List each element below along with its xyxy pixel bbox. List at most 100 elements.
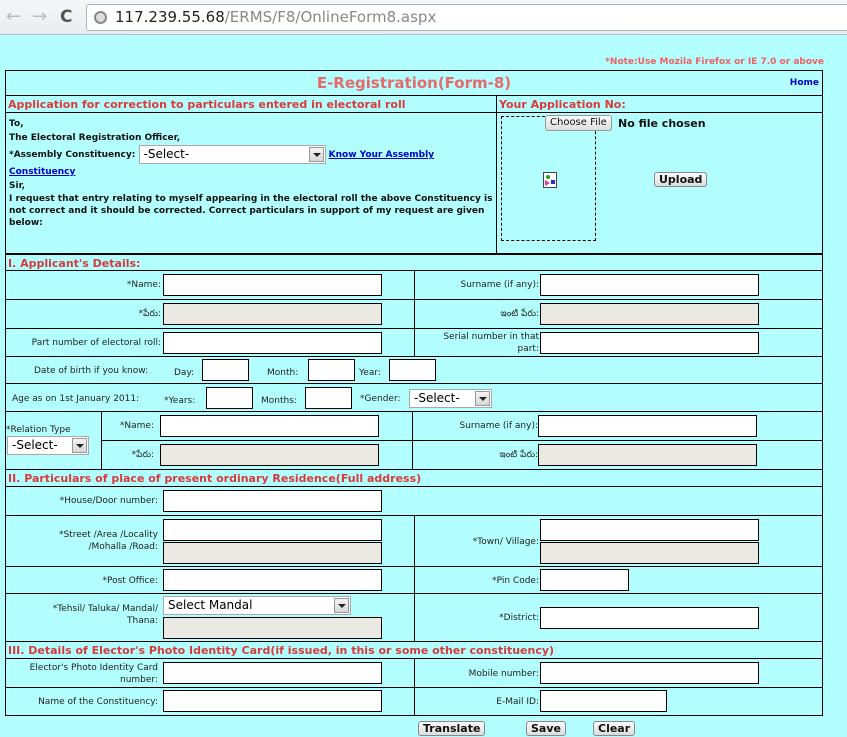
url-host: 117.239.55.68 bbox=[115, 8, 225, 26]
street-label: *Street /Area /Locality/Mohalla /Road: bbox=[58, 530, 158, 552]
relative-surname-label: Surname (if any): bbox=[459, 421, 538, 431]
age-label: Age as on 1st January 2011: bbox=[12, 394, 140, 404]
surname-label: Surname (if any): bbox=[460, 280, 539, 290]
serial-number-label: Serial number in that part: bbox=[443, 332, 539, 354]
gender-select[interactable]: -Select- bbox=[409, 389, 492, 408]
surname-input[interactable] bbox=[540, 274, 759, 296]
relative-name-input[interactable] bbox=[160, 415, 379, 437]
relative-name-telugu-input[interactable] bbox=[160, 444, 379, 466]
chevron-down-icon bbox=[475, 391, 490, 406]
mandal-select[interactable]: Select Mandal bbox=[163, 596, 351, 615]
town-telugu-input[interactable] bbox=[540, 542, 759, 564]
years-input[interactable] bbox=[206, 387, 253, 409]
age-row: Age as on 1st January 2011: *Years: Mont… bbox=[6, 384, 822, 412]
years-label: *Years: bbox=[164, 396, 196, 406]
post-office-label: *Post Office: bbox=[102, 576, 159, 586]
constituency-select[interactable]: -Select- bbox=[138, 145, 326, 164]
gender-select-value: -Select- bbox=[414, 391, 460, 405]
month-label: Month: bbox=[267, 368, 299, 378]
relation-type-select-value: -Select- bbox=[12, 438, 58, 452]
pin-code-label: *Pin Code: bbox=[492, 576, 539, 586]
part-number-input[interactable] bbox=[163, 332, 382, 354]
back-arrow-icon[interactable]: ← bbox=[6, 7, 21, 27]
choose-file-button[interactable]: Choose File bbox=[545, 115, 612, 131]
mobile-label: Mobile number: bbox=[468, 669, 539, 679]
house-row: *House/Door number: bbox=[6, 487, 822, 516]
translate-button[interactable]: Translate bbox=[418, 721, 486, 736]
relation-type-label: *Relation Type bbox=[6, 425, 71, 435]
application-number-panel: Your Application No: Choose File No file… bbox=[497, 96, 822, 253]
chevron-down-icon bbox=[72, 438, 87, 453]
street-input[interactable] bbox=[163, 519, 382, 541]
email-input[interactable] bbox=[540, 690, 667, 712]
know-constituency-link-2[interactable]: Constituency bbox=[9, 165, 493, 179]
months-input[interactable] bbox=[305, 387, 352, 409]
street-town-row: *Street /Area /Locality/Mohalla /Road: *… bbox=[6, 516, 822, 567]
post-pin-row: *Post Office: *Pin Code: bbox=[6, 567, 822, 594]
name-input[interactable] bbox=[163, 274, 382, 296]
address-bar[interactable]: 117.239.55.68/ERMS/F8/OnlineForm8.aspx bbox=[86, 4, 847, 31]
day-label: Day: bbox=[174, 368, 195, 378]
pin-code-input[interactable] bbox=[540, 569, 629, 591]
epic-input[interactable] bbox=[163, 662, 382, 684]
form-container: E-Registration(Form-8) Home Application … bbox=[5, 70, 823, 716]
url-path: /ERMS/F8/OnlineForm8.aspx bbox=[224, 8, 437, 26]
part-number-label: Part number of electoral roll: bbox=[31, 338, 161, 348]
application-number-heading: Your Application No: bbox=[497, 96, 822, 113]
epic-label: Elector's Photo Identity Card number: bbox=[29, 663, 158, 685]
name-telugu-input[interactable] bbox=[163, 303, 382, 325]
letter-to: To, bbox=[9, 119, 24, 129]
reload-icon[interactable]: C bbox=[60, 7, 72, 27]
year-input[interactable] bbox=[389, 359, 436, 381]
gender-label: *Gender: bbox=[360, 394, 401, 404]
street-telugu-input[interactable] bbox=[163, 542, 382, 564]
form-actions: Translate Save Clear bbox=[0, 721, 847, 737]
file-status: No file chosen bbox=[618, 117, 706, 130]
home-link[interactable]: Home bbox=[790, 78, 819, 88]
serial-number-input[interactable] bbox=[540, 332, 759, 354]
application-row: Application for correction to particular… bbox=[6, 96, 822, 254]
constituency-name-label: Name of the Constituency: bbox=[38, 697, 158, 707]
mobile-input[interactable] bbox=[540, 662, 759, 684]
town-label: *Town/ Village: bbox=[472, 537, 539, 547]
relation-type-select[interactable]: -Select- bbox=[7, 436, 89, 455]
year-label: Year: bbox=[359, 368, 381, 378]
application-heading: Application for correction to particular… bbox=[6, 96, 496, 113]
dob-label: Date of birth if you know: bbox=[34, 366, 149, 376]
clear-button[interactable]: Clear bbox=[593, 721, 636, 736]
house-input[interactable] bbox=[163, 490, 382, 512]
town-input[interactable] bbox=[540, 519, 759, 541]
relation-row: *Relation Type -Select- *Name: Surname (… bbox=[6, 412, 822, 470]
part-serial-row: Part number of electoral roll: Serial nu… bbox=[6, 329, 822, 357]
letter-sir: Sir, bbox=[9, 181, 26, 191]
tehsil-telugu-input[interactable] bbox=[163, 617, 382, 639]
epic-mobile-row: Elector's Photo Identity Card number: Mob… bbox=[6, 659, 822, 688]
surname-telugu-label: ఇంటి పేరు: bbox=[500, 309, 539, 319]
name-telugu-label: *పేరు: bbox=[138, 309, 161, 319]
chevron-down-icon bbox=[308, 147, 324, 162]
relative-name-label: *Name: bbox=[119, 421, 154, 431]
constituency-name-input[interactable] bbox=[163, 690, 382, 712]
forward-arrow-icon[interactable]: → bbox=[32, 7, 47, 27]
section3-heading: III. Details of Elector's Photo Identity… bbox=[6, 642, 822, 659]
photo-preview bbox=[501, 116, 596, 241]
section1-heading: I. Applicant's Details: bbox=[6, 254, 822, 271]
constituency-email-row: Name of the Constituency: E-Mail ID: bbox=[6, 688, 822, 715]
page-title: E-Registration(Form-8) bbox=[316, 74, 512, 92]
surname-telugu-input[interactable] bbox=[540, 303, 759, 325]
know-constituency-link[interactable]: Know Your Assembly bbox=[329, 150, 434, 160]
save-button[interactable]: Save bbox=[526, 721, 566, 736]
district-input[interactable] bbox=[540, 607, 759, 629]
title-row: E-Registration(Form-8) Home bbox=[6, 71, 822, 96]
dob-row: Date of birth if you know: Day: Month: Y… bbox=[6, 357, 822, 384]
day-input[interactable] bbox=[202, 359, 249, 381]
relative-surname-telugu-input[interactable] bbox=[538, 444, 757, 466]
browser-toolbar: ← → C 117.239.55.68/ERMS/F8/OnlineForm8.… bbox=[0, 0, 847, 35]
district-label: *District: bbox=[499, 613, 539, 623]
browser-note: *Note:Use Mozila Firefox or IE 7.0 or ab… bbox=[605, 57, 824, 67]
section2-heading: II. Particulars of place of present ordi… bbox=[6, 470, 822, 487]
relative-surname-input[interactable] bbox=[538, 415, 757, 437]
upload-button[interactable]: Upload bbox=[654, 172, 708, 187]
post-office-input[interactable] bbox=[163, 569, 382, 591]
month-input[interactable] bbox=[308, 359, 355, 381]
